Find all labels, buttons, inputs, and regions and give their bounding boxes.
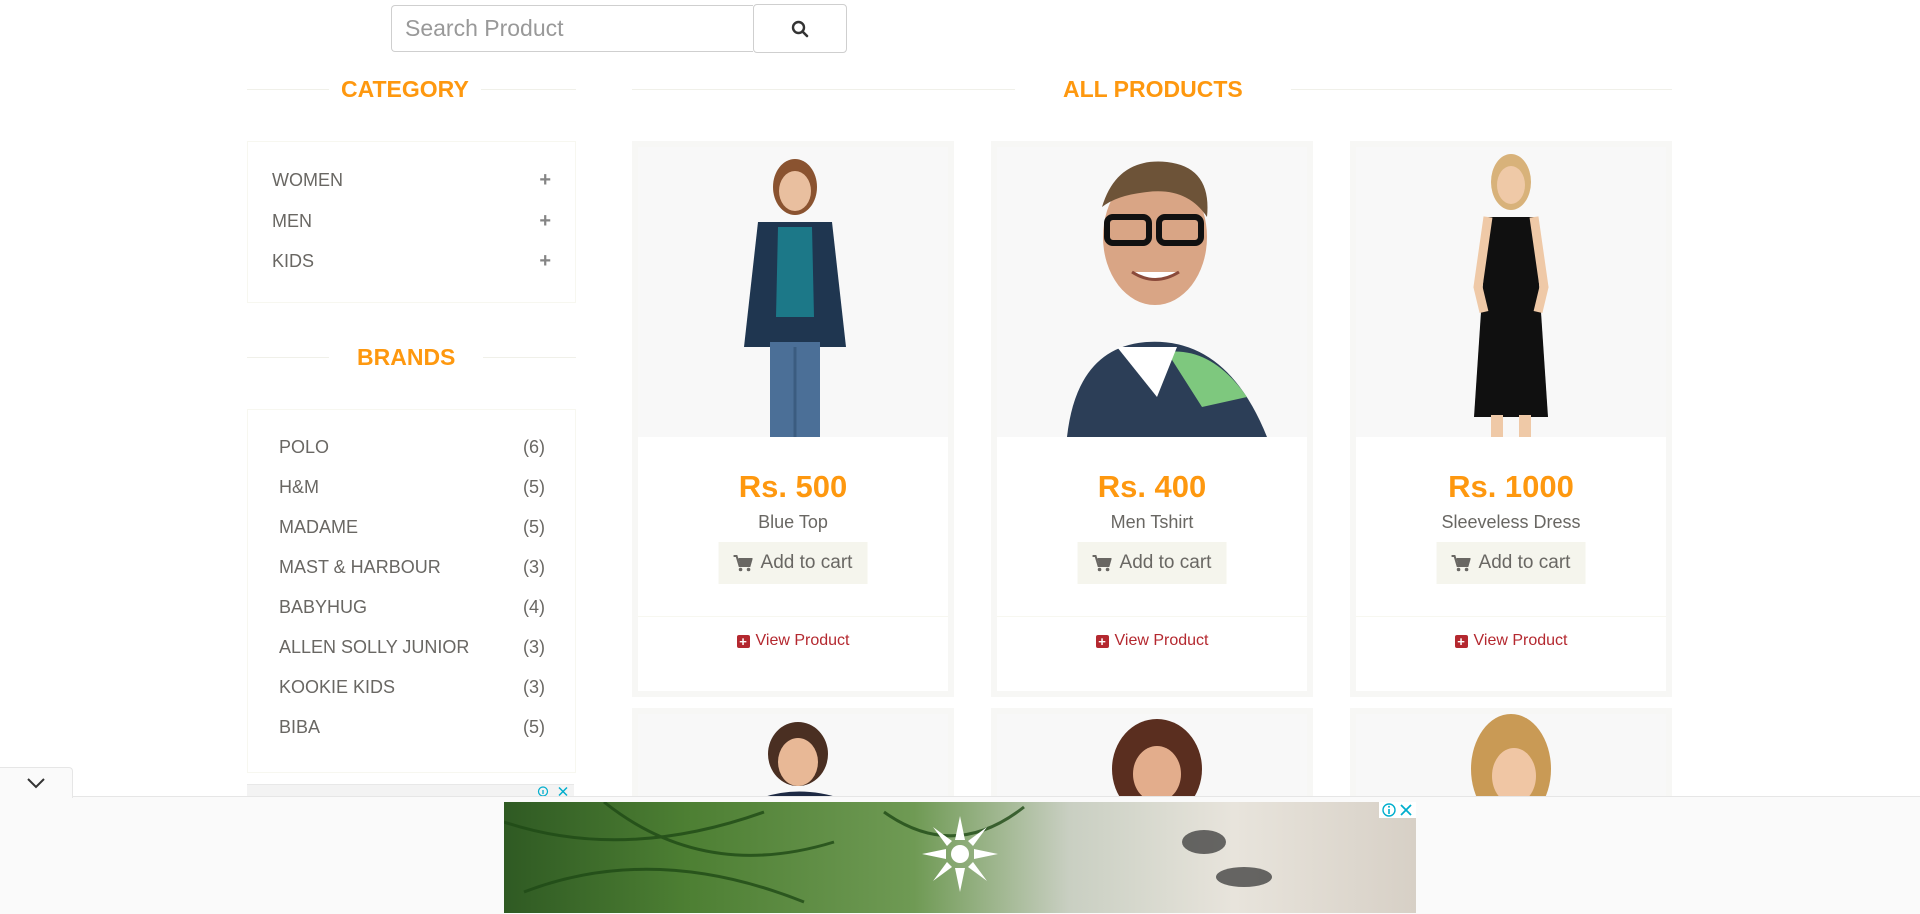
view-product-link[interactable]: + View Product [1356, 616, 1666, 665]
divider [1290, 89, 1672, 90]
category-kids[interactable]: KIDS + [272, 246, 551, 276]
chevron-down-icon [27, 778, 45, 789]
brand-count: (6) [523, 436, 545, 457]
product-image [1356, 147, 1666, 437]
category-men[interactable]: MEN + [272, 206, 551, 236]
brand-item[interactable]: BIBA (5) [279, 712, 545, 742]
brand-count: (5) [523, 516, 545, 537]
add-to-cart-label: Add to cart [760, 552, 853, 573]
cart-icon [1092, 554, 1112, 571]
plus-square-icon: + [1095, 634, 1109, 648]
search-icon [791, 20, 809, 37]
brand-label: MADAME [279, 516, 359, 537]
brands-title: BRANDS [357, 344, 456, 370]
cart-icon [1451, 554, 1471, 571]
brand-label: BABYHUG [279, 596, 368, 617]
view-product-label: View Product [755, 632, 850, 649]
brand-label: ALLEN SOLLY JUNIOR [279, 636, 470, 657]
brand-label: KOOKIE KIDS [279, 676, 396, 697]
view-product-link[interactable]: + View Product [638, 616, 948, 665]
product-card: Rs. 400 Men Tshirt Add to cart + View Pr… [991, 141, 1313, 697]
plus-icon[interactable]: + [539, 250, 551, 273]
add-to-cart-button[interactable]: Add to cart [718, 542, 868, 584]
brand-label: MAST & HARBOUR [279, 556, 441, 577]
product-price: Rs. 1000 [1448, 469, 1574, 504]
product-card: Rs. 1000 Sleeveless Dress Add to cart + … [1350, 141, 1672, 697]
divider [480, 89, 576, 90]
ad-banner-image [504, 802, 1272, 904]
category-panel: WOMEN + MEN + KIDS + [247, 141, 576, 303]
category-label: WOMEN [272, 169, 343, 190]
add-to-cart-button[interactable]: Add to cart [1436, 542, 1586, 584]
product-image [638, 147, 948, 437]
category-heading: CATEGORY [247, 76, 576, 103]
product-name: Blue Top [758, 512, 828, 532]
divider [632, 89, 1015, 90]
add-to-cart-label: Add to cart [1478, 552, 1571, 573]
brand-item[interactable]: BABYHUG (4) [279, 592, 545, 622]
category-title: CATEGORY [341, 76, 469, 102]
divider [247, 357, 329, 358]
products-title: ALL PRODUCTS [1063, 76, 1243, 102]
plus-icon[interactable]: + [539, 210, 551, 233]
brand-count: (4) [523, 596, 545, 617]
category-label: KIDS [272, 250, 315, 271]
search-input[interactable] [391, 5, 753, 52]
product-price: Rs. 400 [1097, 469, 1207, 504]
brand-item[interactable]: POLO (6) [279, 432, 545, 462]
brands-panel: POLO (6) H&M (5) MADAME (5) MAST & HARBO… [247, 409, 576, 773]
product-card: Rs. 500 Blue Top Add to cart + View Prod… [632, 141, 954, 697]
search-button[interactable] [753, 4, 847, 53]
category-women[interactable]: WOMEN + [272, 165, 551, 195]
brand-label: POLO [279, 436, 330, 457]
close-icon[interactable] [1399, 803, 1413, 817]
plus-icon[interactable]: + [539, 169, 551, 192]
product-name: Men Tshirt [1110, 512, 1194, 532]
add-to-cart-button[interactable]: Add to cart [1077, 542, 1227, 584]
woman-blue-top-image [638, 147, 948, 437]
add-to-cart-label: Add to cart [1119, 552, 1212, 573]
product-image [997, 147, 1307, 437]
divider [247, 89, 329, 90]
category-label: MEN [272, 210, 312, 231]
brand-item[interactable]: KOOKIE KIDS (3) [279, 672, 545, 702]
brands-heading: BRANDS [247, 344, 576, 371]
ad-collapse-toggle[interactable] [0, 767, 73, 798]
products-heading: ALL PRODUCTS [632, 76, 1672, 103]
brand-item[interactable]: ALLEN SOLLY JUNIOR (3) [279, 632, 545, 662]
ad-info-icon[interactable] [1382, 803, 1396, 817]
brand-count: (3) [523, 556, 545, 577]
sun-logo-icon [922, 816, 998, 892]
brand-item[interactable]: MAST & HARBOUR (3) [279, 552, 545, 582]
brand-item[interactable]: MADAME (5) [279, 512, 545, 542]
brand-label: H&M [279, 476, 319, 497]
man-tshirt-image [997, 147, 1307, 437]
ad-banner[interactable] [504, 802, 1416, 913]
plus-square-icon: + [736, 634, 750, 648]
cart-icon [733, 554, 753, 571]
view-product-label: View Product [1473, 632, 1568, 649]
sleeveless-dress-image [1356, 147, 1666, 437]
brand-label: BIBA [279, 716, 321, 737]
view-product-label: View Product [1114, 632, 1209, 649]
view-product-link[interactable]: + View Product [997, 616, 1307, 665]
plus-square-icon: + [1454, 634, 1468, 648]
brand-count: (5) [523, 476, 545, 497]
product-price: Rs. 500 [738, 469, 848, 504]
brand-item[interactable]: H&M (5) [279, 472, 545, 502]
search-bar [391, 4, 847, 53]
brand-count: (3) [523, 636, 545, 657]
divider [483, 357, 576, 358]
ad-controls [1379, 802, 1416, 818]
product-name: Sleeveless Dress [1441, 512, 1581, 532]
brand-count: (3) [523, 676, 545, 697]
brand-count: (5) [523, 716, 545, 737]
